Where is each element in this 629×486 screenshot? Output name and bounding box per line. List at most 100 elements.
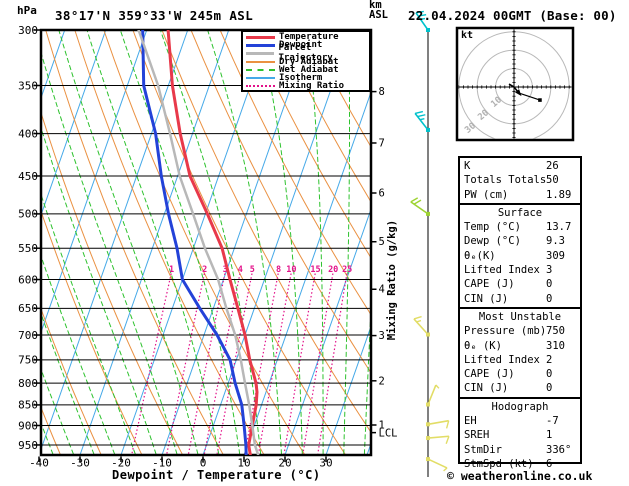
wet-adiabat-line (86, 30, 220, 455)
stats-row-value: -7 (546, 415, 559, 428)
pressure-tick-label: 550 (18, 242, 38, 255)
wet-adiabat-line (306, 30, 324, 455)
wind-barb-column (410, 10, 450, 477)
pressure-tick-label: 300 (18, 24, 38, 37)
pressure-tick-label: 750 (18, 354, 38, 367)
stats-row-label: EH (464, 415, 477, 428)
temp-tick-label: -40 (29, 457, 49, 470)
dry-adiabat-line (103, 30, 306, 455)
stats-row: Lifted Index 2 (460, 353, 580, 367)
legend-line-sample (246, 60, 275, 63)
x-axis-label: Dewpoint / Temperature (°C) (112, 468, 321, 482)
km-tick-label: 3 (379, 330, 385, 342)
stats-section-title: Surface (497, 206, 543, 219)
mixing-ratio-line (283, 273, 316, 454)
stats-row-label: CIN (J) (464, 382, 509, 395)
legend-line-sample (246, 68, 275, 71)
temp-tick-label: -30 (70, 457, 90, 470)
km-tick-label: 4 (379, 284, 385, 296)
isotherm-line (284, 207, 371, 455)
pressure-unit-label: hPa (17, 4, 37, 17)
pressure-tick-label: 950 (18, 439, 38, 452)
stats-row: CAPE (J) 0 (460, 277, 580, 291)
stats-row: CIN (J) 0 (460, 292, 580, 306)
pressure-tick-label: 600 (18, 273, 38, 286)
mixing-ratio-value-label: 5 (250, 265, 255, 275)
sounding-profiles (137, 30, 260, 455)
mixing-ratio-value-label: 15 (310, 265, 320, 275)
stats-row: Totals Totals 50 (460, 173, 580, 187)
mixing-ratio-value-label: 20 (328, 265, 338, 275)
stats-row-value: 0 (546, 382, 553, 395)
pressure-tick-label: 650 (18, 302, 38, 315)
legend-item-label: Mixing Ratio (279, 81, 345, 92)
stats-row-label: CAPE (J) (464, 278, 515, 291)
stats-row: Temp (°C) 13.7 (460, 220, 580, 234)
pressure-tick-label: 400 (18, 127, 38, 140)
legend-line-sample (246, 43, 275, 47)
pressure-tick-label: 900 (18, 419, 38, 432)
stats-table: K 26 Totals Totals 50 PW (cm) 1.89 Surface Temp… (458, 156, 582, 470)
legend-line-sample (246, 35, 275, 39)
station-title: 38°17'N 359°33'W 245m ASL (55, 8, 254, 23)
wind-barb (426, 457, 448, 472)
pressure-tick-label: 700 (18, 329, 38, 342)
altitude-unit-asl: ASL (369, 8, 388, 21)
wind-barb (426, 419, 450, 429)
stats-row-value: 0 (546, 278, 553, 291)
legend-item: Mixing Ratio (243, 81, 369, 92)
stats-section: K 26 Totals Totals 50 PW (cm) 1.89 (460, 158, 580, 203)
stats-row-label: Pressure (mb) (464, 325, 547, 338)
stats-row: StmSpd (kt) 6 (460, 457, 580, 471)
mixing-ratio-line (257, 273, 292, 455)
stats-row-value: 310 (546, 339, 565, 352)
stats-row-label: Lifted Index (464, 353, 540, 366)
wind-barb (410, 197, 430, 216)
stats-row: SREH 1 (460, 428, 580, 442)
dry-adiabat-line (74, 30, 265, 455)
mixing-ratio-value-label: 25 (342, 265, 352, 275)
stats-row-label: Lifted Index (464, 264, 540, 277)
legend-line-sample (246, 77, 275, 80)
stats-row: Lifted Index 3 (460, 263, 580, 277)
hodograph: 102030kt (455, 26, 575, 142)
temp-tick-label: 30 (319, 457, 332, 470)
datetime-title: 22.04.2024 00GMT (Base: 00) (408, 8, 617, 23)
storm-motion-point (538, 98, 542, 102)
stats-row: θₑ (K) 310 (460, 339, 580, 353)
stats-row-label: K (464, 160, 471, 172)
stats-row: CIN (J) 0 (460, 381, 580, 395)
mixing-ratio-value-label: 4 (238, 265, 243, 275)
profile-dewpoint (141, 30, 248, 455)
stats-row-value: 26 (546, 160, 559, 172)
stats-row-value: 0 (546, 368, 553, 381)
pressure-tick-label: 850 (18, 399, 38, 412)
stats-row: CAPE (J) 0 (460, 367, 580, 381)
stats-row-label: SREH (464, 429, 490, 442)
stats-row-label: CIN (J) (464, 292, 509, 305)
km-tick-label: 8 (379, 86, 385, 98)
mixing-ratio-value-label: 8 (276, 265, 281, 275)
stats-section-title: Hodograph (491, 400, 549, 413)
stats-row-label: StmDir (464, 443, 502, 456)
stats-row-value: 6 (546, 457, 553, 470)
stats-section: Surface Temp (°C) 13.7 Dewp (°C) 9.3 θₑ(K) 309… (460, 202, 580, 307)
altitude-unit-label: km ASL (369, 0, 388, 21)
lcl-label: LCL (379, 428, 398, 440)
stats-row-value: 50 (546, 174, 559, 187)
stats-row-label: StmSpd (kt) (464, 457, 534, 470)
stats-row-value: 309 (546, 249, 565, 262)
pressure-tick-label: 450 (18, 170, 38, 183)
km-tick-label: 2 (379, 375, 385, 387)
stats-section-title: Most Unstable (478, 310, 562, 323)
isotherm-line (79, 30, 230, 455)
stats-row-value: 13.7 (546, 221, 572, 234)
stats-row-value: 2 (546, 353, 553, 366)
mixing-ratio-value-label: 1 (169, 265, 174, 275)
mixing-ratio-value-label: 10 (286, 265, 296, 275)
skewt-sounding-page: 1 2 3 4 5 8 10 15 20 25 300 350 400 450 500 550 600 650 70… (0, 0, 629, 486)
stats-section: Hodograph EH -7 SREH 1 StmDir 336° StmSpd (kt) 6 (460, 396, 580, 472)
stats-row-value: 9.3 (546, 235, 565, 248)
stats-row: θₑ(K) 309 (460, 249, 580, 263)
mixing-ratio-axis-label: Mixing Ratio (g/kg) (386, 220, 398, 340)
